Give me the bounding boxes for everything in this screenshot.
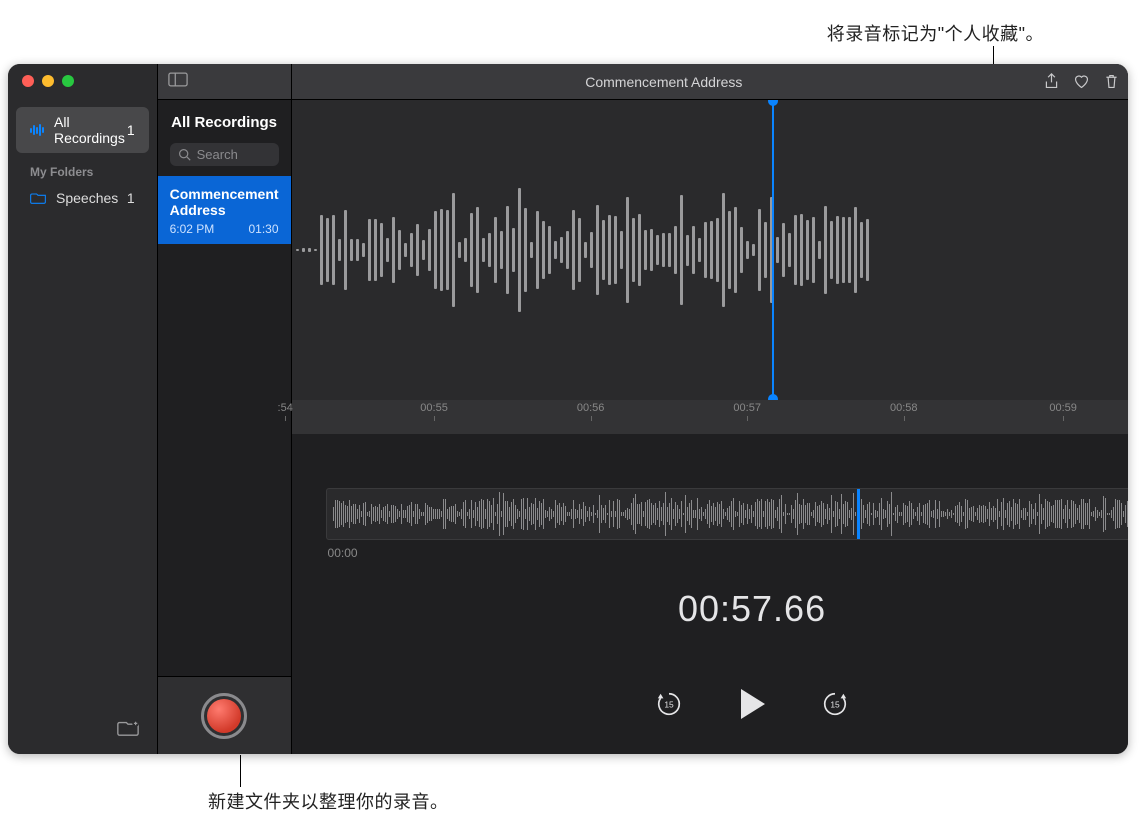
- callout-favorite: 将录音标记为"个人收藏"。: [827, 20, 1044, 46]
- recordings-list-pane: All Recordings Search Commencement Addre…: [158, 64, 292, 754]
- callout-new-folder: 新建文件夹以整理你的录音。: [208, 788, 449, 814]
- recording-time: 6:02 PM: [170, 222, 215, 236]
- window-traffic-lights: [8, 64, 157, 107]
- waveform-overview[interactable]: [326, 488, 1128, 540]
- svg-text:15: 15: [664, 700, 674, 710]
- waveform-detail[interactable]: [292, 100, 1128, 400]
- overview-playhead[interactable]: [857, 488, 860, 540]
- zoom-window-button[interactable]: [62, 75, 74, 87]
- recording-list-item[interactable]: Commencement Address 6:02 PM 01:30: [158, 176, 291, 244]
- ruler-tick: 00:58: [890, 402, 918, 414]
- voice-memos-window: All Recordings 1 My Folders Speeches 1: [8, 64, 1128, 754]
- favorite-button[interactable]: [1066, 68, 1096, 96]
- close-window-button[interactable]: [22, 75, 34, 87]
- ruler-tick: 00:59: [1049, 402, 1077, 414]
- timecode: 00:57.66: [292, 588, 1128, 630]
- sidebar-item-count: 1: [127, 190, 135, 206]
- list-header: All Recordings: [158, 100, 291, 143]
- waveform-icon: [30, 123, 44, 137]
- titlebar-left: [158, 64, 291, 100]
- ruler-tick: 00:55: [420, 402, 448, 414]
- search-placeholder: Search: [197, 147, 238, 162]
- recording-duration: 01:30: [249, 222, 279, 236]
- ruler-tick: 00:56: [577, 402, 605, 414]
- record-button[interactable]: [201, 693, 247, 739]
- ruler-tick: :54: [278, 402, 293, 414]
- sidebar-item-label: All Recordings: [54, 114, 127, 146]
- sidebar-item-folder[interactable]: Speeches 1: [16, 183, 149, 213]
- toolbar-title: Commencement Address: [292, 74, 1037, 90]
- callout-new-folder-line: [240, 755, 241, 787]
- sidebar-item-count: 1: [127, 122, 135, 138]
- search-icon: [178, 148, 191, 161]
- minimize-window-button[interactable]: [42, 75, 54, 87]
- sidebar-section-header: My Folders: [8, 153, 157, 183]
- svg-text:15: 15: [830, 700, 840, 710]
- sidebar-item-label: Speeches: [56, 190, 118, 206]
- ruler-tick: 00:57: [733, 402, 761, 414]
- detail-pane: Commencement Address Edit :5400:5500:560…: [292, 64, 1128, 754]
- sidebar-toggle-button[interactable]: [168, 72, 188, 92]
- overview-start-time: 00:00: [328, 546, 358, 560]
- new-folder-button[interactable]: [117, 720, 139, 738]
- recording-title: Commencement Address: [170, 186, 279, 218]
- search-input[interactable]: Search: [170, 143, 279, 166]
- folder-icon: [30, 191, 46, 205]
- skip-back-button[interactable]: 15: [655, 690, 683, 718]
- playback-controls: 15 15: [292, 654, 1128, 754]
- sidebar-item-all-recordings[interactable]: All Recordings 1: [16, 107, 149, 153]
- settings-button[interactable]: [1126, 68, 1128, 96]
- sidebar: All Recordings 1 My Folders Speeches 1: [8, 64, 158, 754]
- time-ruler: :5400:5500:5600:5700:5800:5901:00: [292, 400, 1128, 434]
- playhead[interactable]: [772, 100, 774, 400]
- list-footer: [158, 676, 291, 754]
- toolbar: Commencement Address Edit: [292, 64, 1128, 100]
- skip-forward-button[interactable]: 15: [821, 690, 849, 718]
- waveform-bars: [292, 170, 1128, 330]
- delete-button[interactable]: [1096, 68, 1126, 96]
- play-button[interactable]: [737, 687, 767, 721]
- share-button[interactable]: [1036, 68, 1066, 96]
